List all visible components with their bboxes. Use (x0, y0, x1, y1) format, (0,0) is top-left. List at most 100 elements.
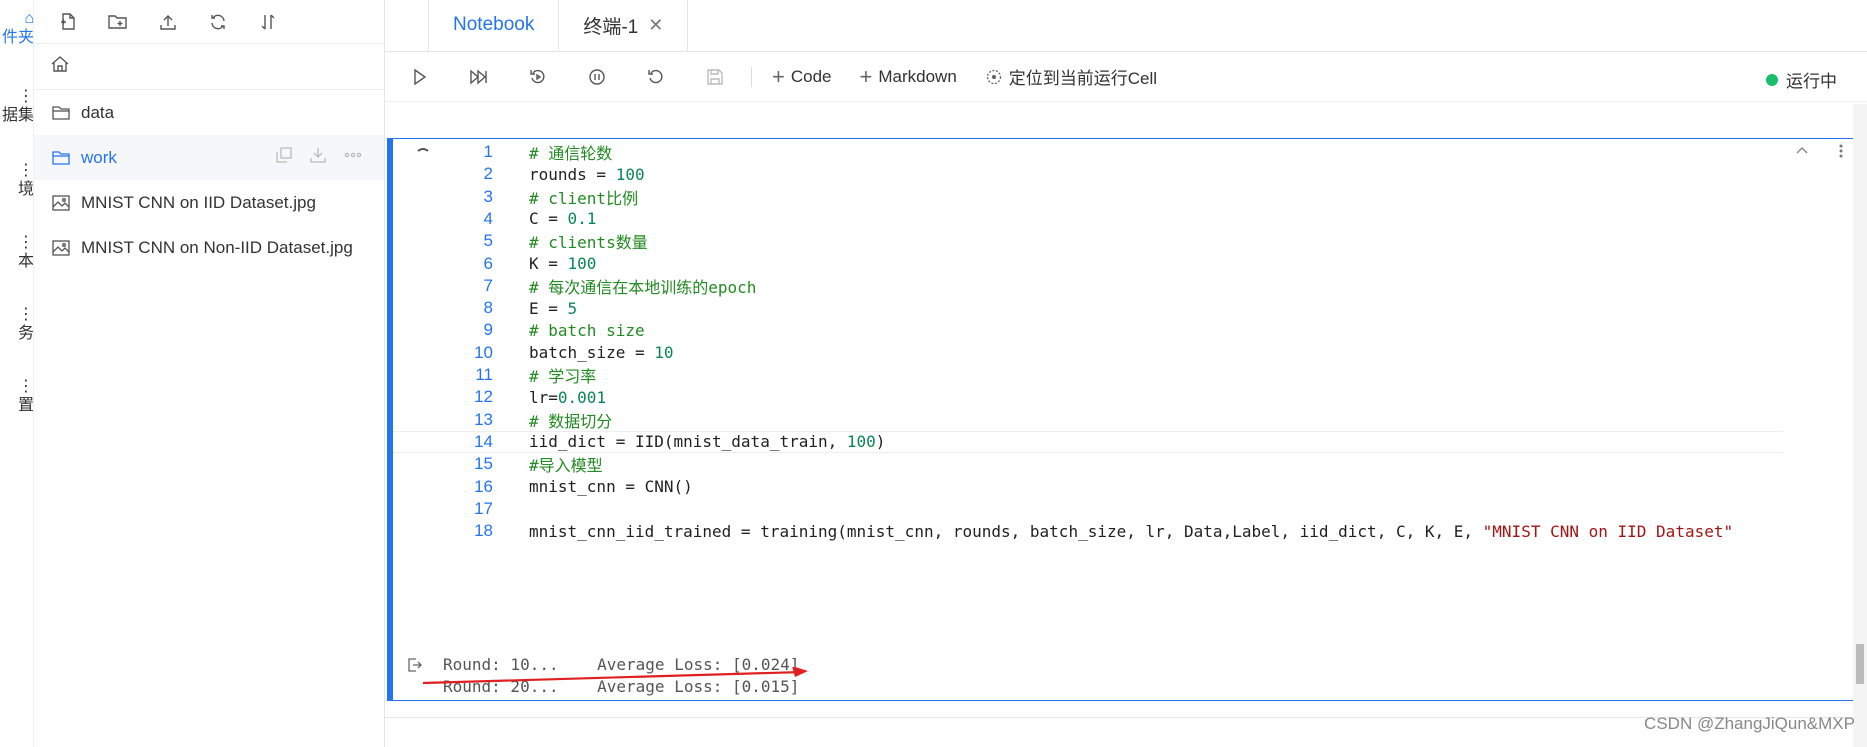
home-icon[interactable] (50, 55, 70, 78)
save-icon[interactable] (700, 62, 730, 92)
code-text: # 通信轮数 (529, 144, 613, 163)
activity-item[interactable]: ⋮ 置 (0, 378, 34, 416)
activity-item-label: 件夹 (1, 29, 34, 46)
watermark: CSDN @ZhangJiQun&MXP (1644, 714, 1855, 733)
kernel-status-label: 运行中 (1786, 72, 1837, 91)
restart-run-icon[interactable] (523, 62, 553, 92)
add-code-button[interactable]: + Code (772, 63, 832, 89)
code-line[interactable]: 4 C = 0.1 (393, 208, 1783, 230)
code-cell[interactable]: 1 # 通信轮数 2 rounds = 100 3 # client比例 4 C = 0.1 5… (387, 138, 1855, 701)
main-area: Notebook 终端-1 ✕ + Code + Markdown 定位到当前运… (385, 0, 1867, 747)
code-line[interactable]: 5 # clients数量 (393, 230, 1783, 252)
locate-label: 定位到当前运行Cell (1008, 69, 1158, 88)
code-line[interactable]: 18 mnist_cnn_iid_trained = training(mnist… (393, 520, 1783, 542)
file-item[interactable]: data (34, 90, 384, 135)
code-line[interactable]: 2 rounds = 100 (393, 163, 1783, 185)
environment-icon: ⋮ (18, 162, 34, 179)
run-cell-icon[interactable] (405, 62, 435, 92)
running-indicator (1766, 73, 1778, 86)
plus-icon: + (772, 63, 785, 89)
code-text: #导入模型 (529, 456, 603, 476)
code-text: K = 100 (529, 254, 597, 273)
code-line[interactable]: 14 iid_dict = IID(mnist_data_train, 100) (393, 430, 1783, 453)
file-name: MNIST CNN on IID Dataset.jpg (81, 192, 316, 212)
line-number: 13 (474, 409, 493, 429)
activity-item-label: 置 (17, 397, 34, 414)
new-file-icon[interactable] (52, 6, 84, 38)
close-icon[interactable]: ✕ (648, 15, 663, 36)
collapse-icon[interactable] (1794, 143, 1810, 164)
locate-icon (985, 68, 1003, 86)
code-text: # 每次通信在本地训练的epoch (529, 277, 757, 297)
line-number: 8 (483, 298, 493, 318)
code-line[interactable]: 11 # 学习率 (393, 364, 1783, 386)
plus-icon: + (859, 63, 873, 89)
code-line[interactable]: 7 # 每次通信在本地训练的epoch (393, 275, 1783, 297)
folder-icon: ⌂ (24, 10, 34, 27)
code-text: # 数据切分 (529, 411, 613, 431)
code-line[interactable]: 6 K = 100 (393, 253, 1783, 275)
image-file-icon (52, 194, 72, 212)
run-all-icon[interactable] (464, 62, 494, 92)
code-line[interactable]: 1 # 通信轮数 (393, 141, 1783, 163)
file-name: work (81, 147, 117, 167)
tab-bar: Notebook 终端-1 ✕ (385, 0, 1867, 52)
code-line[interactable]: 8 E = 5 (393, 297, 1783, 319)
task-icon: ⋮ (18, 306, 34, 323)
activity-item-label: 据集 (1, 107, 34, 124)
add-markdown-button[interactable]: + Markdown (859, 63, 957, 89)
activity-item-label: 本 (17, 253, 34, 270)
code-text: # 学习率 (529, 367, 597, 386)
scrollbar-thumb[interactable] (1856, 644, 1864, 684)
code-line[interactable]: 9 # batch size (393, 319, 1783, 341)
line-number: 7 (483, 275, 493, 295)
code-line[interactable]: 10 batch_size = 10 (393, 342, 1783, 364)
code-text: batch_size = 10 (529, 343, 674, 363)
line-number: 16 (474, 476, 493, 496)
file-item[interactable]: MNIST CNN on Non-IID Dataset.jpg (34, 225, 384, 270)
code-line[interactable]: 17 (393, 498, 1783, 520)
vertical-scrollbar[interactable] (1853, 104, 1867, 747)
toolbar-divider (751, 66, 752, 87)
new-folder-icon[interactable] (102, 6, 134, 38)
activity-item[interactable]: ⋮ 务 (0, 306, 34, 344)
dataset-icon: ⋮ (18, 88, 34, 105)
app: ⌂ 件夹 ⋮ 据集 ⋮ 境 ⋮ 本 ⋮ 务 ⋮ 置 data work MNIST CN (0, 0, 1867, 747)
line-number: 9 (483, 320, 493, 340)
notebook-toolbar: + Code + Markdown 定位到当前运行Cell 运行中 (385, 52, 1867, 102)
settings-icon: ⋮ (18, 378, 34, 395)
file-item[interactable]: MNIST CNN on IID Dataset.jpg (34, 180, 384, 225)
copy-icon[interactable] (276, 147, 292, 168)
code-text: lr=0.001 (529, 387, 607, 407)
line-number: 18 (474, 521, 493, 541)
code-line[interactable]: 3 # client比例 (393, 186, 1783, 208)
more-icon[interactable] (344, 147, 362, 168)
folder-icon (52, 149, 72, 167)
cell-actions (1794, 143, 1844, 164)
sort-icon[interactable] (252, 6, 284, 38)
activity-item[interactable]: ⋮ 本 (0, 234, 34, 272)
locate-running-cell-button[interactable]: 定位到当前运行Cell (985, 64, 1157, 89)
interrupt-icon[interactable] (582, 62, 612, 92)
activity-item[interactable]: ⋮ 境 (0, 162, 34, 200)
download-icon[interactable] (310, 147, 326, 168)
code-line[interactable]: 15 #导入模型 (393, 453, 1783, 475)
activity-item[interactable]: ⋮ 据集 (0, 88, 34, 126)
tab-notebook[interactable]: Notebook (428, 0, 560, 51)
refresh-icon[interactable] (202, 6, 234, 38)
code-line[interactable]: 13 # 数据切分 (393, 409, 1783, 431)
line-number: 4 (483, 208, 493, 228)
tab-terminal[interactable]: 终端-1 ✕ (558, 0, 689, 51)
activity-bar: ⌂ 件夹 ⋮ 据集 ⋮ 境 ⋮ 本 ⋮ 务 ⋮ 置 (0, 0, 34, 747)
more-vertical-icon[interactable] (1838, 143, 1844, 164)
upload-icon[interactable] (152, 6, 184, 38)
restart-kernel-icon[interactable] (641, 62, 671, 92)
code-text: E = 5 (529, 298, 578, 318)
activity-item-label: 境 (17, 181, 34, 198)
home-row[interactable] (34, 44, 384, 90)
line-number: 3 (483, 186, 493, 206)
code-line[interactable]: 12 lr=0.001 (393, 386, 1783, 408)
code-line[interactable]: 16 mnist_cnn = CNN() (393, 476, 1783, 498)
activity-item[interactable]: ⌂ 件夹 (0, 10, 34, 48)
file-item[interactable]: work (34, 135, 384, 180)
